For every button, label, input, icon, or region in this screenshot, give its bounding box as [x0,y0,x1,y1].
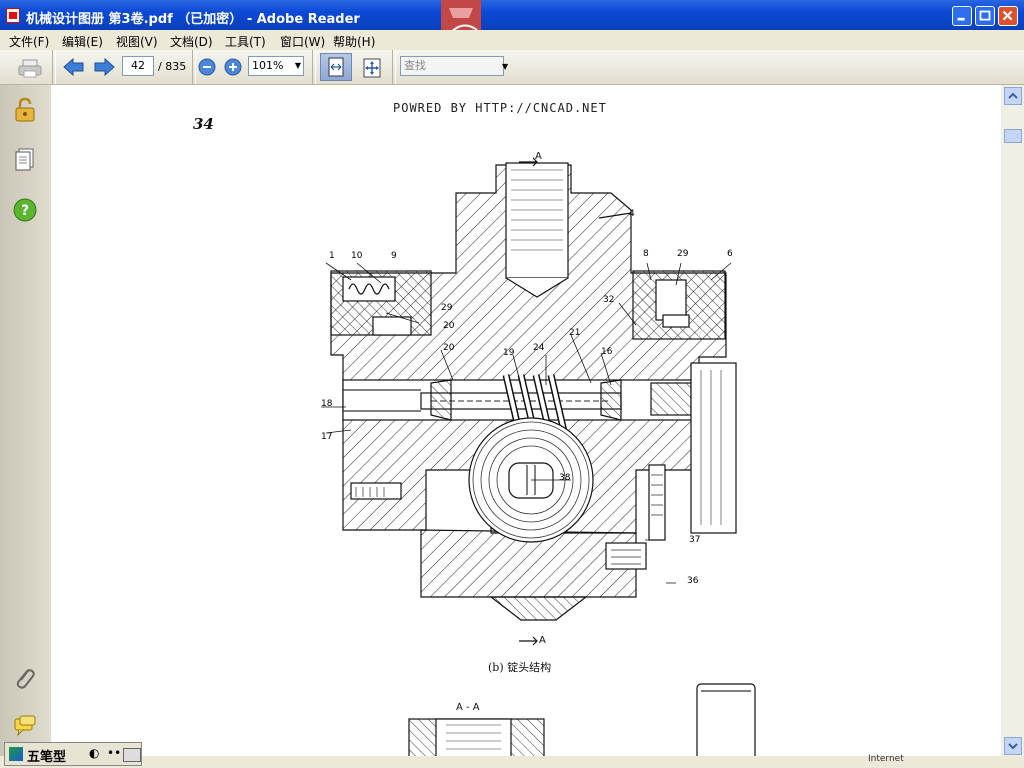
callout-number: 24 [533,343,545,353]
attachment-icon[interactable] [12,665,38,691]
arrow-left-icon [63,57,84,77]
menu-document[interactable]: 文档(D) [170,33,213,50]
ime-logo-icon [9,747,23,761]
punctuation-icon[interactable]: •• [107,746,121,760]
window-title: 机械设计图册 第3卷.pdf （已加密） - Adobe Reader [26,12,360,27]
next-page-button[interactable] [92,56,116,78]
zone-label: Internet [868,754,904,764]
page-number-label: 34 [193,115,214,133]
toolbar-divider [192,50,196,84]
help-icon[interactable]: ? [12,197,38,223]
arrow-right-icon [94,57,115,77]
maximize-button[interactable] [975,6,995,26]
toolbar-divider [392,50,396,84]
engineering-drawing [321,157,756,756]
callout-number: 1 [329,251,335,261]
section-marker-top: A [535,151,542,162]
zoom-in-icon [224,58,242,76]
zoom-select[interactable]: 101% ▼ [248,56,304,76]
page-number-input[interactable]: 42 [122,56,154,76]
callout-number: 37 [689,535,701,545]
callout-number: 36 [687,576,699,586]
fit-page-button[interactable] [360,56,384,80]
callout-number: 4 [629,209,635,219]
callout-number: 17 [321,432,333,442]
menu-tools[interactable]: 工具(T) [225,33,266,50]
fit-width-button[interactable] [320,53,352,81]
scroll-up-button[interactable] [1004,87,1022,105]
search-options-chevron-icon[interactable]: ▼ [502,62,508,71]
title-bar[interactable]: 机械设计图册 第3卷.pdf （已加密） - Adobe Reader [0,0,1024,30]
comments-icon[interactable] [12,713,38,739]
callout-number: 9 [391,251,397,261]
toolbar-divider [312,50,316,84]
callout-number: 29 [677,249,689,259]
toolbar-divider [52,50,56,84]
callout-number: 16 [601,347,613,357]
callout-number: 38 [559,473,571,483]
scroll-down-button[interactable] [1004,737,1022,755]
callout-number: 8 [643,249,649,259]
printer-icon [18,59,42,78]
search-input[interactable]: 查找 [400,56,504,76]
ime-toolbar[interactable]: 五笔型 ◐ •• [4,742,142,766]
navigation-panel: ? [0,85,51,768]
watermark-text: POWRED BY HTTP://CNCAD.NET [393,101,607,115]
toolbar: 42 / 835 101% ▼ 查找 ▼ [0,50,1024,85]
section-marker-bottom: A [539,635,546,646]
vertical-scrollbar[interactable] [1001,85,1024,756]
zoom-out-button[interactable] [198,58,216,76]
menu-window[interactable]: 窗口(W) [280,33,325,50]
document-page[interactable]: POWRED BY HTTP://CNCAD.NET 34 A A (b) 锭头… [51,85,1001,756]
chevron-down-icon: ▼ [294,61,301,70]
callout-number: 20 [443,343,455,353]
soft-keyboard-icon[interactable] [123,748,141,762]
zoom-in-button[interactable] [224,58,242,76]
page-total: / 835 [158,60,187,73]
print-button[interactable] [17,58,43,78]
lock-icon[interactable] [12,97,38,123]
zoom-out-icon [198,58,216,76]
callout-number: 21 [569,328,581,338]
status-bar: Internet [0,754,1024,768]
figure-caption: (b) 锭头结构 [488,661,552,674]
menu-view[interactable]: 视图(V) [116,33,158,50]
ime-mode-label[interactable]: 五笔型 [27,746,66,765]
chevron-up-icon [1008,92,1018,99]
callout-number: 29 [441,303,453,313]
menu-edit[interactable]: 编辑(E) [62,33,103,50]
callout-number: 6 [727,249,733,259]
callout-number: 32 [603,295,615,305]
menu-bar: 文件(F) 编辑(E) 视图(V) 文档(D) 工具(T) 窗口(W) 帮助(H… [0,30,1024,50]
minimize-button[interactable] [952,6,972,26]
callout-number: 18 [321,399,333,409]
half-width-icon[interactable]: ◐ [89,746,99,760]
menu-file[interactable]: 文件(F) [9,33,49,50]
callout-number: 20 [443,321,455,331]
fit-width-icon [328,57,344,77]
pdf-file-icon [6,8,20,23]
section-label: A - A [456,702,480,713]
menu-help[interactable]: 帮助(H) [333,33,375,50]
chevron-down-icon [1008,743,1018,750]
zoom-value: 101% [252,59,284,72]
svg-text:?: ? [21,203,29,219]
callout-number: 10 [351,251,363,261]
previous-page-button[interactable] [62,56,86,78]
close-button[interactable] [998,6,1018,26]
fit-page-icon [363,58,381,78]
search-placeholder: 查找 [404,59,426,72]
callout-number: 19 [503,348,515,358]
scroll-thumb[interactable] [1004,129,1022,143]
pages-icon[interactable] [12,147,38,173]
